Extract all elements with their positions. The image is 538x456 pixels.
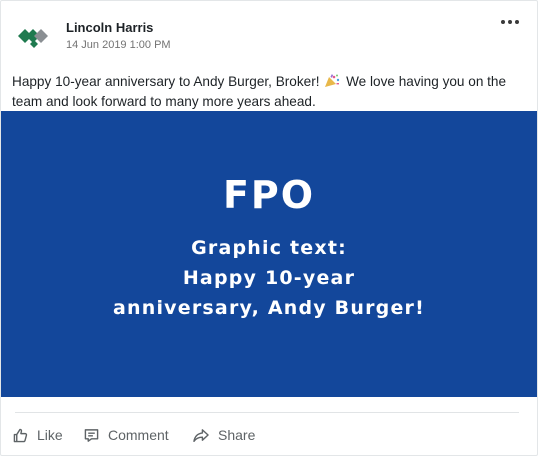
- comment-icon: [84, 428, 99, 442]
- more-options-button[interactable]: [501, 11, 525, 31]
- post-actions-bar: Like Comment Share: [1, 421, 537, 449]
- comment-button[interactable]: Comment: [84, 421, 169, 449]
- more-dot-icon: [515, 20, 519, 24]
- graphic-title: FPO: [222, 173, 316, 217]
- post-card: Lincoln Harris 14 Jun 2019 1:00 PM Happy…: [0, 0, 538, 456]
- post-header: Lincoln Harris 14 Jun 2019 1:00 PM: [1, 1, 537, 63]
- party-popper-icon: [325, 74, 340, 87]
- author-name[interactable]: Lincoln Harris: [66, 20, 153, 35]
- post-text-part1: Happy 10-year anniversary to Andy Burger…: [12, 74, 320, 89]
- like-label: Like: [37, 427, 63, 443]
- share-arrow-icon: [193, 428, 209, 442]
- post-body-text: Happy 10-year anniversary to Andy Burger…: [12, 72, 527, 112]
- more-dot-icon: [508, 20, 512, 24]
- post-graphic[interactable]: FPO Graphic text: Happy 10-year annivers…: [1, 111, 537, 397]
- company-logo[interactable]: [16, 23, 52, 49]
- like-button[interactable]: Like: [13, 421, 63, 449]
- share-label: Share: [218, 427, 256, 443]
- graphic-text-line-3: anniversary, Andy Burger!: [112, 297, 425, 319]
- graphic-text-line-2: Happy 10-year: [182, 267, 356, 289]
- comment-label: Comment: [108, 427, 169, 443]
- share-button[interactable]: Share: [193, 421, 255, 449]
- more-dot-icon: [501, 20, 505, 24]
- post-timestamp: 14 Jun 2019 1:00 PM: [66, 39, 171, 51]
- graphic-text-line-1: Graphic text:: [191, 237, 347, 259]
- thumbs-up-icon: [13, 428, 28, 442]
- actions-divider: [15, 412, 519, 413]
